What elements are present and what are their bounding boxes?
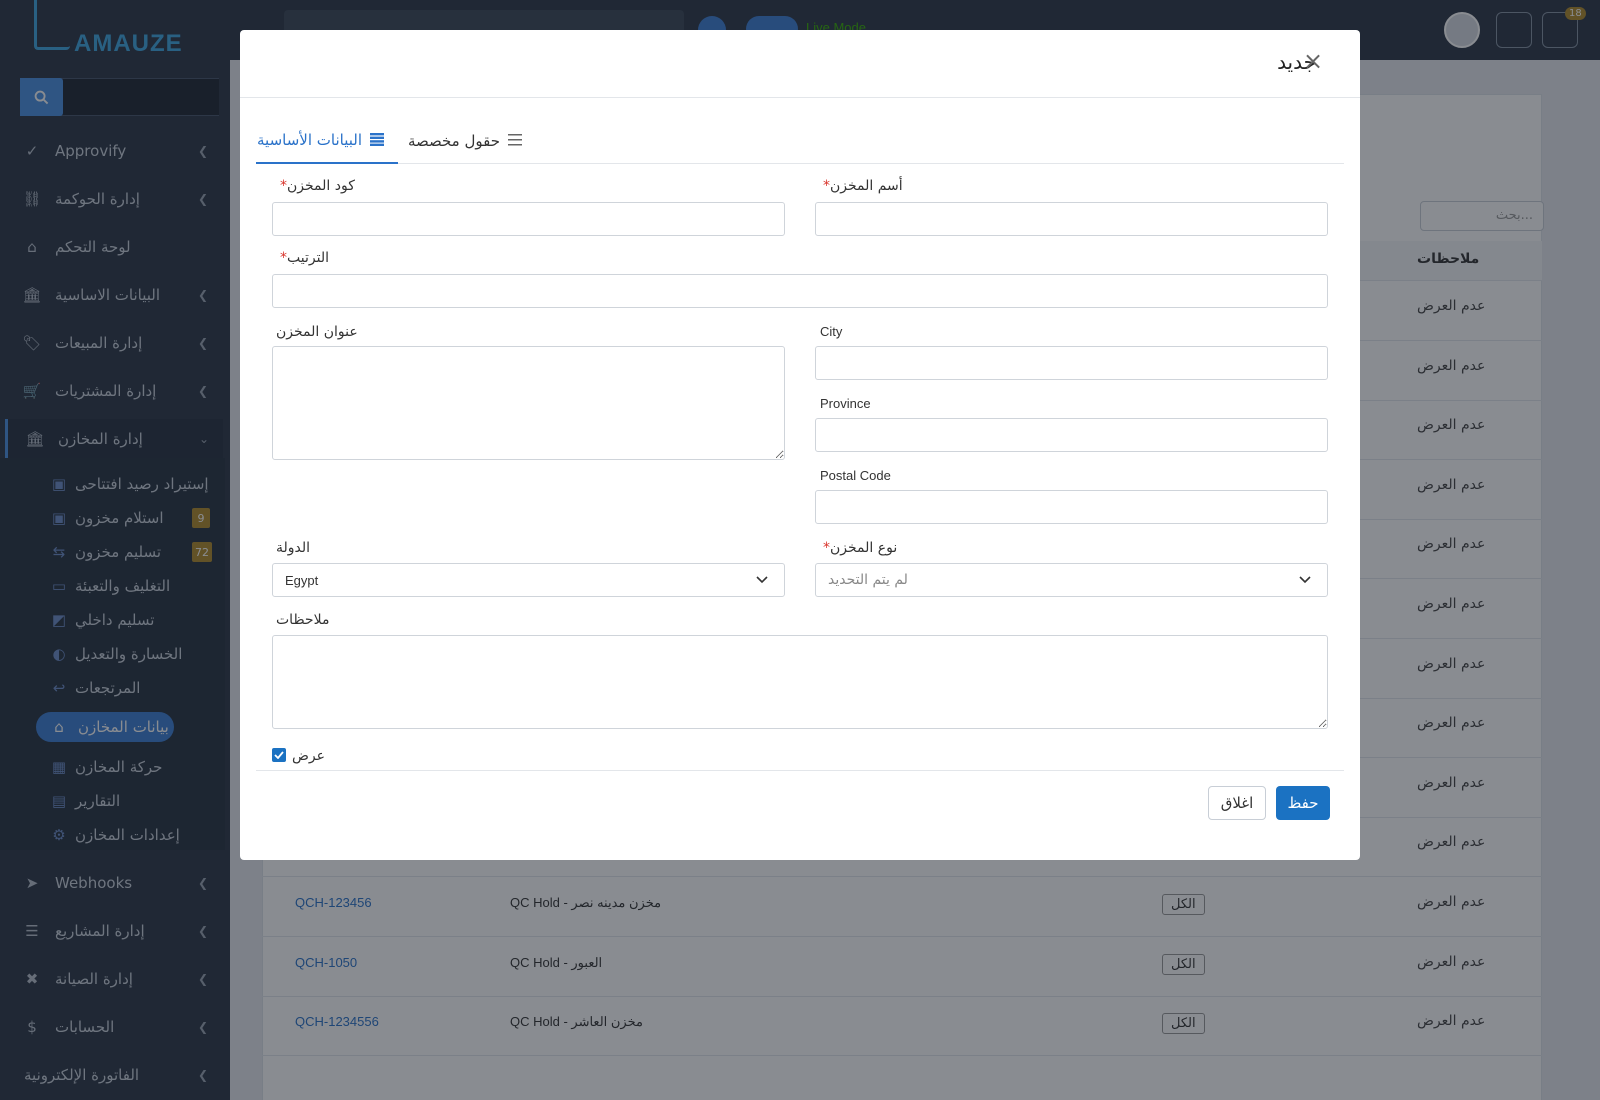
- checkmark-icon: [274, 751, 284, 759]
- label-text: أسم المخزن: [830, 178, 903, 194]
- close-icon[interactable]: ×: [1300, 47, 1326, 75]
- new-warehouse-modal: جديد × البيانات الأساسية حقول مخصصة *كود…: [240, 30, 1360, 860]
- menu-icon: [508, 134, 524, 148]
- warehouse-name-label: *أسم المخزن: [819, 178, 903, 194]
- label-text: الترتيب: [287, 250, 329, 266]
- city-label: City: [820, 324, 843, 339]
- tab-basic-data[interactable]: البيانات الأساسية: [256, 118, 398, 164]
- modal-tabs: البيانات الأساسية حقول مخصصة: [256, 118, 1344, 164]
- chevron-down-icon: [755, 573, 769, 587]
- tab-label: البيانات الأساسية: [257, 131, 362, 149]
- address-label: عنوان المخزن: [276, 324, 358, 340]
- label-text: كود المخزن: [287, 178, 355, 194]
- province-label: Province: [820, 396, 871, 411]
- required-marker: *: [823, 178, 830, 194]
- warehouse-type-select[interactable]: لم يتم التحديد: [815, 563, 1328, 597]
- tab-label: حقول مخصصة: [407, 132, 500, 150]
- modal-footer-divider: [256, 770, 1344, 771]
- required-marker: *: [280, 178, 287, 194]
- postal-code-label: Postal Code: [820, 468, 891, 483]
- country-select-value: Egypt: [285, 572, 319, 588]
- order-label: *الترتيب: [276, 250, 329, 266]
- province-input[interactable]: [815, 418, 1328, 452]
- required-marker: *: [823, 540, 830, 556]
- postal-code-input[interactable]: [815, 490, 1328, 524]
- address-textarea[interactable]: [272, 346, 785, 460]
- chevron-down-icon: [1298, 573, 1312, 587]
- warehouse-code-input[interactable]: [272, 202, 785, 236]
- warehouse-type-select-value: لم يتم التحديد: [828, 572, 908, 588]
- show-checkbox-label: عرض: [292, 748, 326, 764]
- label-text: نوع المخزن: [830, 540, 898, 556]
- modal-header: جديد ×: [240, 30, 1360, 98]
- warehouse-type-label: *نوع المخزن: [819, 540, 897, 556]
- order-input[interactable]: [272, 274, 1328, 308]
- warehouse-code-label: *كود المخزن: [276, 178, 355, 194]
- country-label: الدولة: [276, 540, 311, 556]
- city-input[interactable]: [815, 346, 1328, 380]
- save-button[interactable]: حفظ: [1276, 786, 1330, 820]
- country-select[interactable]: Egypt: [272, 563, 785, 597]
- show-checkbox[interactable]: [272, 748, 286, 762]
- close-button[interactable]: اغلاق: [1208, 786, 1266, 820]
- notes-textarea[interactable]: [272, 635, 1328, 729]
- tab-custom-fields[interactable]: حقول مخصصة: [404, 118, 524, 164]
- notes-label: ملاحظات: [276, 612, 330, 628]
- list-icon: [370, 133, 386, 147]
- required-marker: *: [280, 250, 287, 266]
- warehouse-name-input[interactable]: [815, 202, 1328, 236]
